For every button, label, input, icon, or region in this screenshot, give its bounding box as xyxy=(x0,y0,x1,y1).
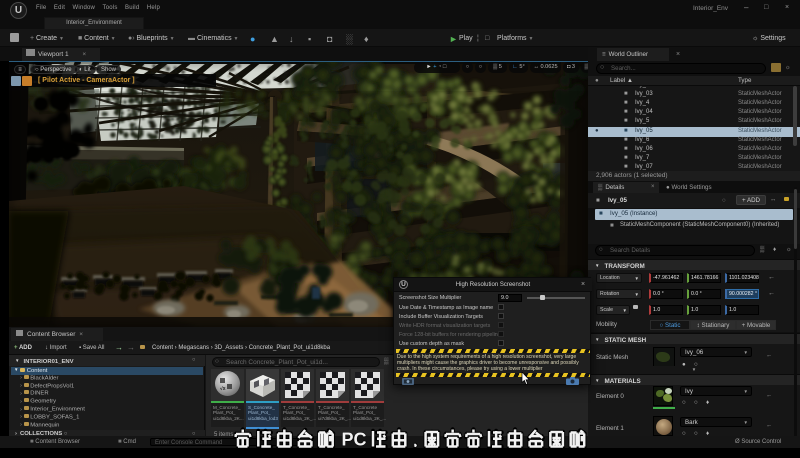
svg-text:PC: PC xyxy=(342,430,367,450)
